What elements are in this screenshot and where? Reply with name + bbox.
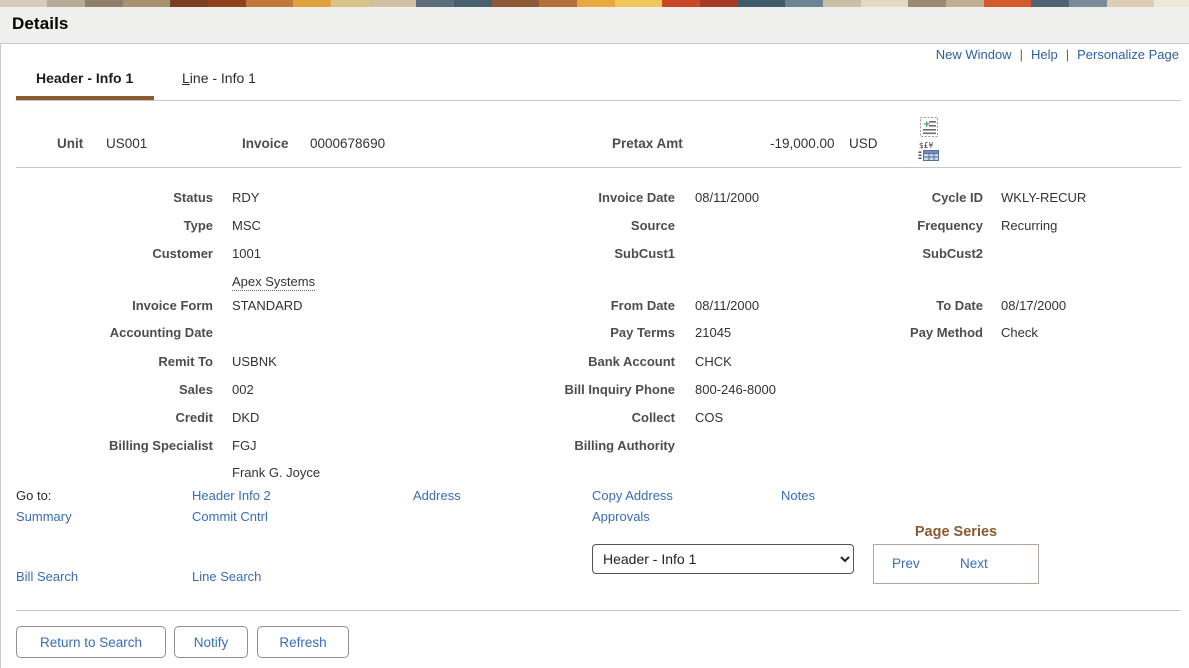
unit-value: US001 bbox=[106, 136, 147, 151]
field-label-bill-inquiry-phone: Bill Inquiry Phone bbox=[0, 382, 675, 397]
banner-segment bbox=[539, 0, 581, 7]
field-label-subcust2: SubCust2 bbox=[0, 246, 983, 261]
banner-segment bbox=[293, 0, 335, 7]
banner-segment bbox=[416, 0, 458, 7]
personalize-page-link[interactable]: Personalize Page bbox=[1077, 47, 1179, 62]
field-label-collect: Collect bbox=[0, 410, 675, 425]
goto-copy-address-link[interactable]: Copy Address bbox=[592, 488, 673, 503]
multi-currency-list-icon[interactable]: + bbox=[918, 116, 940, 138]
return-to-search-button[interactable]: Return to Search bbox=[16, 626, 166, 658]
banner-segment bbox=[369, 0, 420, 7]
page-header-bar: Details bbox=[0, 7, 1189, 44]
notify-button[interactable]: Notify bbox=[174, 626, 248, 658]
banner-segment bbox=[454, 0, 496, 7]
banner-segment bbox=[946, 0, 988, 7]
page-series-next-link[interactable]: Next bbox=[960, 556, 988, 571]
banner-segment bbox=[577, 0, 619, 7]
pretax-amt-value: -19,000.00 bbox=[770, 136, 835, 151]
svg-text:$£¥: $£¥ bbox=[919, 141, 934, 150]
decorative-banner-strip bbox=[0, 0, 1189, 7]
utility-links: New Window | Help | Personalize Page bbox=[932, 47, 1183, 62]
banner-segment bbox=[1154, 0, 1189, 7]
link-separator-2: | bbox=[1066, 47, 1069, 62]
goto-caption: Go to: bbox=[16, 488, 51, 503]
banner-segment bbox=[1107, 0, 1158, 7]
bill-search-link[interactable]: Bill Search bbox=[16, 569, 78, 584]
field-value-bill-inquiry-phone: 800-246-8000 bbox=[695, 382, 776, 397]
page-title: Details bbox=[12, 14, 68, 34]
banner-segment bbox=[615, 0, 666, 7]
goto-address-link[interactable]: Address bbox=[413, 488, 461, 503]
invoice-summary-row: Unit US001 Invoice 0000678690 Pretax Amt… bbox=[0, 108, 1189, 166]
banner-segment bbox=[0, 0, 51, 7]
banner-segment bbox=[331, 0, 373, 7]
help-link[interactable]: Help bbox=[1031, 47, 1058, 62]
goto-notes-link[interactable]: Notes bbox=[781, 488, 815, 503]
field-label-billing-authority: Billing Authority bbox=[0, 438, 675, 453]
field-label-cycle-id: Cycle ID bbox=[0, 190, 983, 205]
field-value-bank-account: CHCK bbox=[695, 354, 732, 369]
currency-conversion-icon[interactable]: $£¥ bbox=[918, 140, 940, 162]
summary-bottom-rule bbox=[16, 167, 1181, 168]
field-value-cycle-id: WKLY-RECUR bbox=[1001, 190, 1086, 205]
field-label-bank-account: Bank Account bbox=[0, 354, 675, 369]
tab-bar: Header - Info 1 Line - Info 1 bbox=[0, 70, 1189, 100]
banner-segment bbox=[47, 0, 89, 7]
unit-label: Unit bbox=[57, 136, 83, 151]
banner-segment bbox=[908, 0, 950, 7]
banner-segment bbox=[492, 0, 543, 7]
banner-segment bbox=[984, 0, 1035, 7]
field-value-collect: COS bbox=[695, 410, 723, 425]
banner-segment bbox=[1069, 0, 1111, 7]
footer-rule bbox=[16, 610, 1181, 611]
link-separator-1: | bbox=[1020, 47, 1023, 62]
banner-segment bbox=[85, 0, 127, 7]
pretax-amt-label: Pretax Amt bbox=[612, 136, 683, 151]
page-series-prev-link[interactable]: Prev bbox=[892, 556, 920, 571]
field-value-frequency: Recurring bbox=[1001, 218, 1057, 233]
goto-approvals-link[interactable]: Approvals bbox=[592, 509, 650, 524]
refresh-button[interactable]: Refresh bbox=[257, 626, 349, 658]
banner-segment bbox=[738, 0, 789, 7]
goto-header-info-2-link[interactable]: Header Info 2 bbox=[192, 488, 271, 503]
field-value-frank-g-joyce: Frank G. Joyce bbox=[232, 465, 320, 480]
tab-line-info-1[interactable]: Line - Info 1 bbox=[182, 70, 256, 86]
banner-segment bbox=[700, 0, 742, 7]
field-value-apex-systems[interactable]: Apex Systems bbox=[232, 274, 315, 291]
banner-segment bbox=[246, 0, 297, 7]
banner-segment bbox=[861, 0, 912, 7]
banner-segment bbox=[123, 0, 174, 7]
field-value-pay-method: Check bbox=[1001, 325, 1038, 340]
page-series-select[interactable]: Header - Info 1Header - Info 2Line - Inf… bbox=[592, 544, 854, 574]
page-series-title: Page Series bbox=[873, 524, 1039, 540]
banner-segment bbox=[170, 0, 212, 7]
field-label-frequency: Frequency bbox=[0, 218, 983, 233]
banner-segment bbox=[823, 0, 865, 7]
new-window-link[interactable]: New Window bbox=[936, 47, 1012, 62]
banner-segment bbox=[208, 0, 250, 7]
tab-line-info-1-label: ine - Info 1 bbox=[190, 70, 256, 86]
field-label-to-date: To Date bbox=[0, 298, 983, 313]
banner-segment bbox=[1031, 0, 1073, 7]
page-series-nav-box: Prev Next bbox=[873, 544, 1039, 584]
invoice-label: Invoice bbox=[242, 136, 289, 151]
currency-code: USD bbox=[849, 136, 878, 151]
tab-header-info-1[interactable]: Header - Info 1 bbox=[36, 70, 133, 86]
field-value-to-date: 08/17/2000 bbox=[1001, 298, 1066, 313]
goto-summary-link[interactable]: Summary bbox=[16, 509, 72, 524]
banner-segment bbox=[662, 0, 704, 7]
invoice-value: 0000678690 bbox=[310, 136, 385, 151]
field-label-pay-method: Pay Method bbox=[0, 325, 983, 340]
tab-accesskey-letter: L bbox=[182, 70, 190, 86]
goto-commit-cntrl-link[interactable]: Commit Cntrl bbox=[192, 509, 268, 524]
tab-bottom-rule bbox=[16, 100, 1181, 101]
currency-icon-stack: + $£¥ bbox=[918, 116, 944, 164]
banner-segment bbox=[785, 0, 827, 7]
line-search-link[interactable]: Line Search bbox=[192, 569, 261, 584]
